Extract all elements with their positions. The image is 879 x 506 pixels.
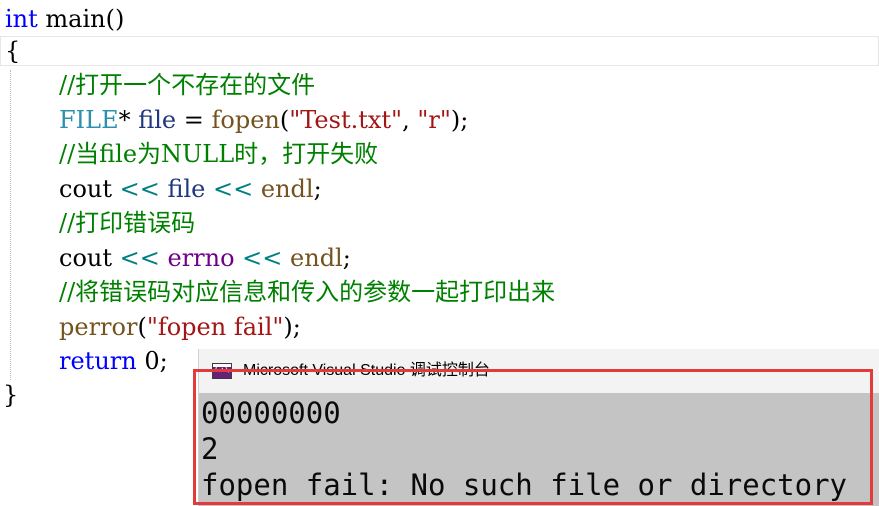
code-token: ); <box>450 106 469 134</box>
code-token: ( <box>279 106 290 134</box>
code-token: FILE <box>59 106 119 134</box>
code-token: << <box>112 244 168 272</box>
code-line[interactable]: //打开一个不存在的文件 <box>0 68 315 102</box>
console-title: Microsoft Visual Studio 调试控制台 <box>243 362 490 379</box>
console-app-icon <box>212 363 232 379</box>
console-output-line: 2 <box>201 432 219 466</box>
code-token: << <box>205 175 261 203</box>
code-token: } <box>3 381 19 409</box>
code-token: cout <box>59 175 112 203</box>
code-token: << <box>112 175 168 203</box>
console-output[interactable]: 00000000 2 fopen fail: No such file or d… <box>199 393 879 506</box>
code-line[interactable]: int main() <box>5 2 124 36</box>
code-token: "Test.txt" <box>289 106 403 134</box>
code-token: perror <box>59 313 138 341</box>
console-output-line: fopen fail: No such file or directory <box>201 468 848 502</box>
code-token: { <box>5 37 21 65</box>
code-token: "fopen fail" <box>146 313 284 341</box>
code-token: //打开一个不存在的文件 <box>59 71 316 99</box>
code-token: main() <box>37 5 125 33</box>
code-token: errno <box>167 244 235 272</box>
code-token: = <box>176 106 212 134</box>
code-token: << <box>234 244 291 272</box>
console-title-bar[interactable]: Microsoft Visual Studio 调试控制台 <box>199 349 879 393</box>
code-token: ( <box>137 313 147 341</box>
console-output-line: 00000000 <box>201 396 341 430</box>
code-line[interactable]: } <box>3 378 18 412</box>
code-line[interactable]: { <box>5 34 20 68</box>
code-token: file <box>138 106 177 134</box>
code-token: //打印错误码 <box>59 209 196 237</box>
code-token: "r" <box>417 106 451 134</box>
code-token: //将错误码对应信息和传入的参数一起打印出来 <box>59 278 556 306</box>
code-token: * <box>118 106 139 134</box>
code-line[interactable]: //将错误码对应信息和传入的参数一起打印出来 <box>0 275 555 309</box>
code-token: fopen <box>211 106 280 134</box>
code-line[interactable]: FILE* file = fopen("Test.txt", "r"); <box>0 103 468 137</box>
current-line-highlight <box>0 36 879 66</box>
code-line[interactable]: //打印错误码 <box>0 206 195 240</box>
code-token: file <box>167 175 206 203</box>
code-token: return <box>59 347 137 375</box>
code-token: //当file为NULL时，打开失败 <box>59 140 379 168</box>
code-token: ); <box>283 313 301 341</box>
code-token: 0; <box>136 347 168 375</box>
code-token: ; <box>313 175 322 203</box>
code-token: , <box>402 106 418 134</box>
code-line[interactable]: cout << file << endl; <box>0 172 322 206</box>
debug-console-window[interactable]: Microsoft Visual Studio 调试控制台 00000000 2… <box>198 349 879 506</box>
code-line[interactable]: return 0; <box>0 344 168 378</box>
code-line[interactable]: //当file为NULL时，打开失败 <box>0 137 378 171</box>
code-line[interactable]: perror("fopen fail"); <box>0 310 301 344</box>
code-token: endl <box>260 175 314 203</box>
code-token: endl <box>290 244 343 272</box>
code-token: ; <box>342 244 351 272</box>
code-token: cout <box>59 244 112 272</box>
code-token: int <box>5 5 38 33</box>
code-line[interactable]: cout << errno << endl; <box>0 241 351 275</box>
